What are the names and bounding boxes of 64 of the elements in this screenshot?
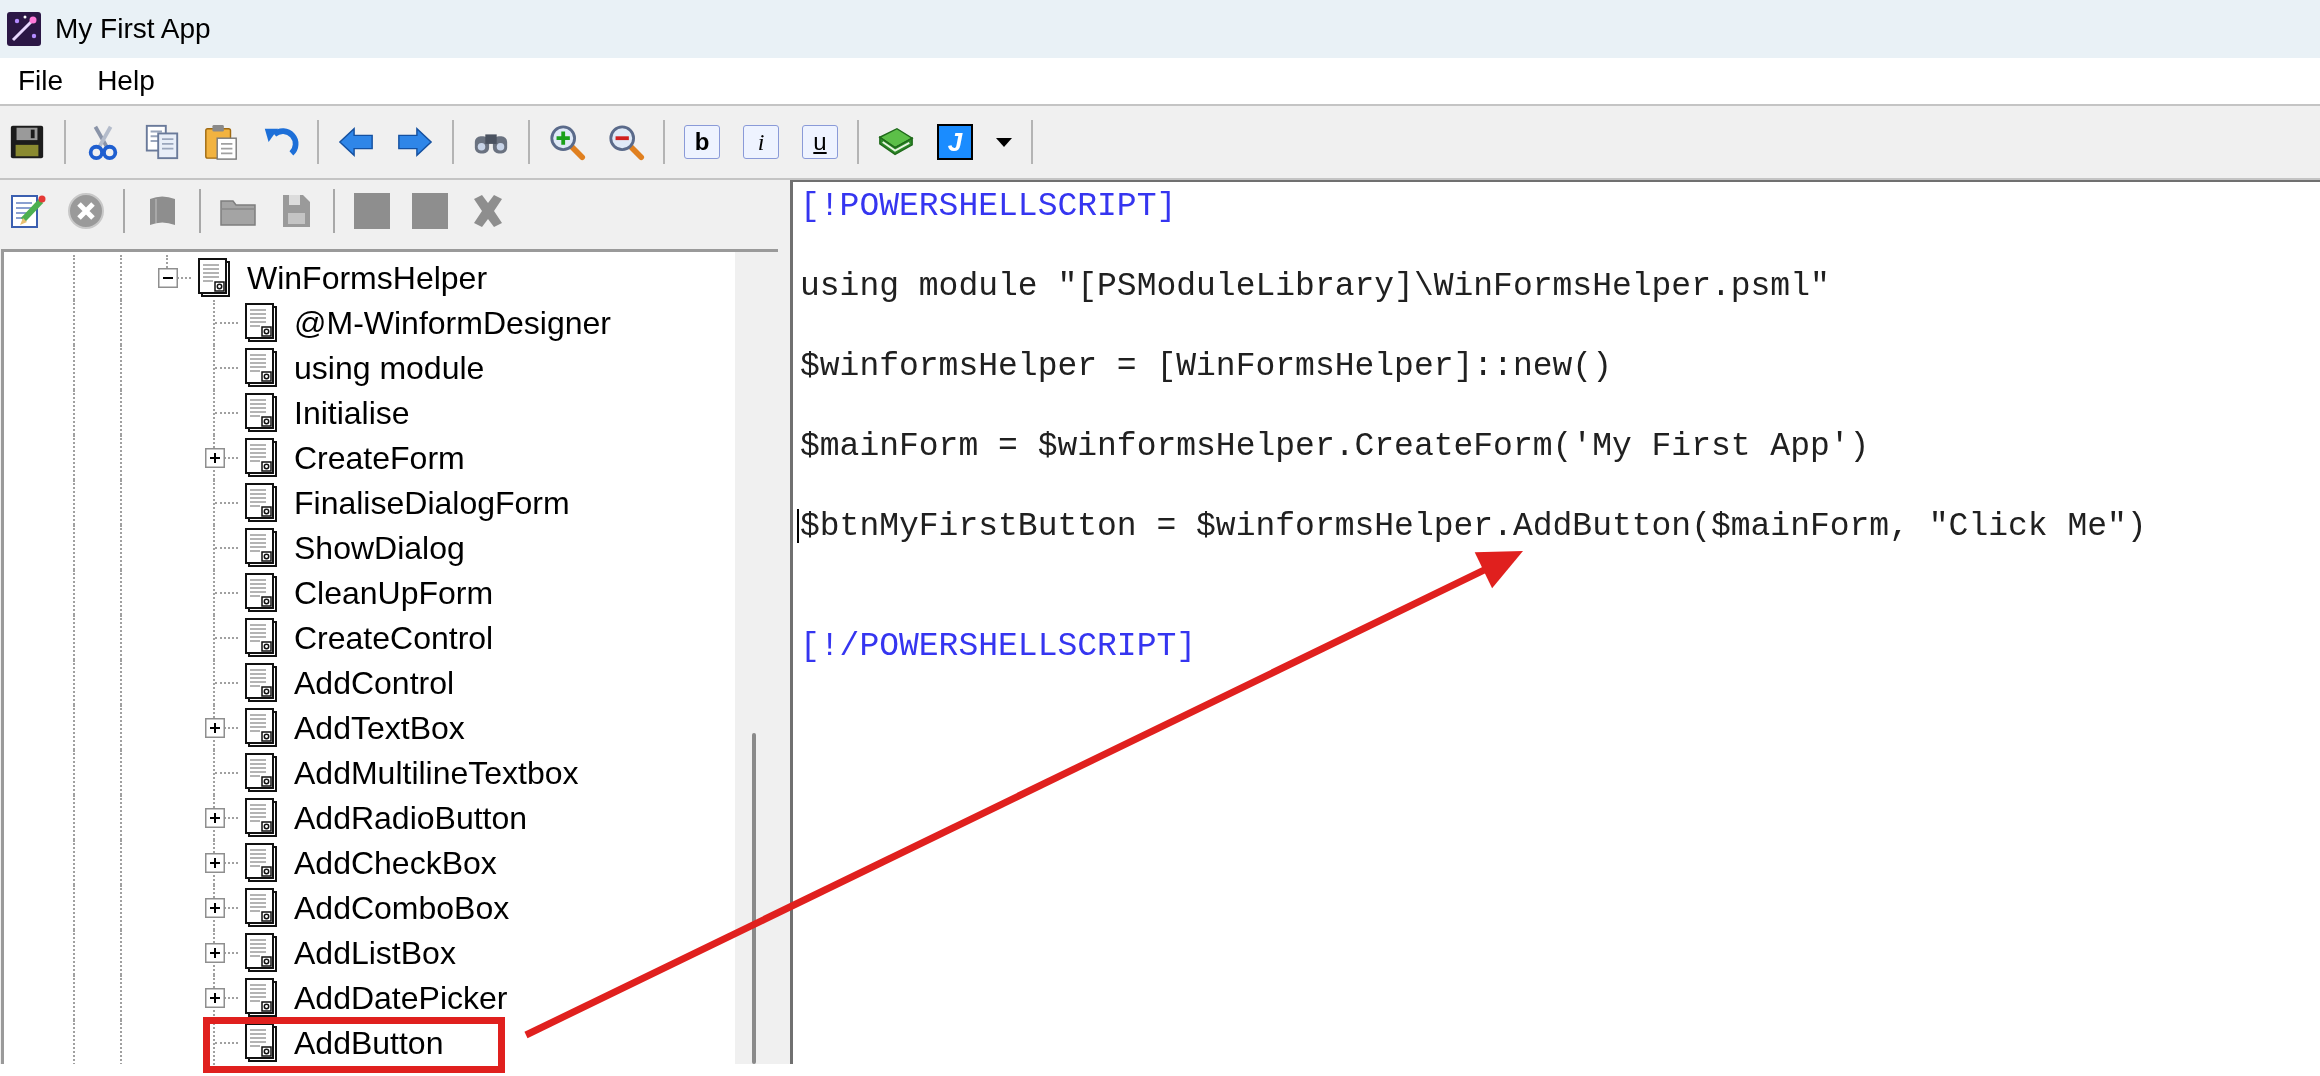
document-icon [244, 302, 278, 343]
plus-box-icon[interactable] [205, 942, 225, 963]
scrollbar-thumb[interactable] [752, 733, 756, 1064]
tree-item[interactable]: CreateControl [294, 621, 494, 654]
caret-down-icon[interactable] [996, 137, 1012, 147]
code-editor[interactable] [790, 180, 2320, 1064]
tree-item[interactable]: Initialise [294, 396, 410, 429]
tree-item[interactable]: AddTextBox [294, 711, 465, 744]
tree-item[interactable]: ShowDialog [294, 531, 465, 564]
tree-item[interactable]: AddComboBox [294, 891, 510, 924]
plus-box-icon[interactable] [205, 807, 225, 828]
bold-button[interactable]: b [684, 125, 720, 159]
document-icon [244, 392, 278, 433]
app-icon [7, 12, 41, 46]
tree-item[interactable]: using module [294, 351, 485, 384]
document-icon [244, 932, 278, 973]
tree-item[interactable]: AddRadioButton [294, 801, 528, 834]
document-icon [244, 887, 278, 928]
document-icon [244, 752, 278, 793]
document-icon [244, 437, 278, 478]
minus-box-icon[interactable] [158, 267, 178, 288]
save-icon[interactable] [8, 123, 46, 161]
tree-item[interactable]: AddListBox [294, 936, 456, 969]
document-icon [244, 572, 278, 613]
tree-item[interactable]: CreateForm [294, 441, 465, 474]
code-line: $mainForm = $winformsHelper.CreateForm('My First App') [800, 429, 1870, 463]
code-line: using module "[PSModuleLibrary]\WinFormsHelper.psml" [800, 269, 1830, 303]
italic-button[interactable]: i [743, 125, 779, 159]
document-icon [244, 527, 278, 568]
plus-box-icon[interactable] [205, 852, 225, 873]
zoom-in-icon[interactable] [548, 123, 586, 161]
plus-box-icon[interactable] [205, 897, 225, 918]
clipboard-icon[interactable] [202, 123, 240, 161]
document-icon [244, 977, 278, 1018]
document-icon [244, 617, 278, 658]
menu-item[interactable]: File [8, 63, 74, 99]
window-title: My First App [55, 15, 211, 43]
tree-item[interactable]: AddControl [294, 666, 455, 699]
copy-icon[interactable] [143, 123, 181, 161]
plus-box-icon[interactable] [205, 447, 225, 468]
tree-item[interactable]: @M-WinformDesigner [294, 306, 611, 339]
code-line: $winformsHelper = [WinFormsHelper]::new() [800, 349, 1612, 383]
plus-box-icon[interactable] [205, 717, 225, 738]
plus-box-icon[interactable] [205, 987, 225, 1008]
document-icon [244, 662, 278, 703]
document-icon [244, 797, 278, 838]
code-line: $btnMyFirstButton = $winformsHelper.AddButton($mainForm, "Click Me") [800, 509, 2147, 543]
document-icon [244, 707, 278, 748]
tree-item[interactable]: AddMultilineTextbox [294, 756, 579, 789]
tree-item[interactable]: AddCheckBox [294, 846, 497, 879]
tree-item[interactable]: AddDatePicker [294, 981, 508, 1014]
document-icon [197, 257, 231, 298]
code-line: [!POWERSHELLSCRIPT] [800, 189, 1177, 223]
underline-button[interactable]: u [802, 125, 838, 159]
tree-item[interactable]: CleanUpForm [294, 576, 494, 609]
tree-item[interactable]: FinaliseDialogForm [294, 486, 570, 519]
menu-item[interactable]: Help [87, 63, 165, 99]
zoom-out-icon[interactable] [607, 123, 645, 161]
code-line: [!/POWERSHELLSCRIPT] [800, 629, 1197, 663]
document-icon [244, 842, 278, 883]
document-icon [244, 482, 278, 523]
tree-item[interactable]: WinFormsHelper [247, 261, 488, 294]
document-icon [244, 347, 278, 388]
tree-item[interactable]: AddButton [294, 1026, 444, 1059]
